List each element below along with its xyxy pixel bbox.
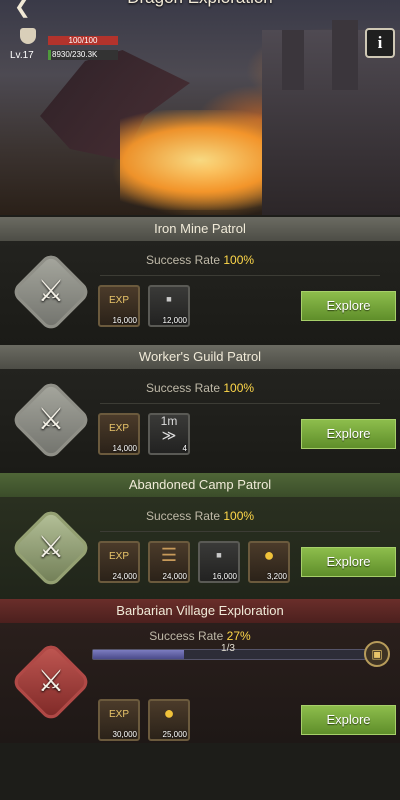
section-body: ⚔ Success Rate 100% EXP 24,000 ☰ 24,000 …: [0, 497, 400, 601]
barbarian-village-exploration: Barbarian Village Exploration ⚔ Success …: [0, 599, 400, 743]
progress-text: 1/3: [221, 643, 235, 654]
success-rate: Success Rate 100%: [145, 253, 255, 267]
patrol-iron-mine: Iron Mine Patrol ⚔ Success Rate 100% EXP…: [0, 217, 400, 345]
explore-button[interactable]: Explore: [301, 419, 396, 449]
reward-item[interactable]: EXP 16,000: [98, 285, 140, 327]
explore-button[interactable]: Explore: [301, 705, 396, 735]
wood-icon: ☰: [160, 545, 178, 565]
speedup-arrows-icon: ≫: [161, 427, 177, 443]
divider: [100, 531, 380, 532]
patrol-abandoned-camp: Abandoned Camp Patrol ⚔ Success Rate 100…: [0, 473, 400, 601]
section-title: Barbarian Village Exploration: [0, 599, 400, 623]
reward-item[interactable]: ● 25,000: [148, 699, 190, 741]
section-body: ⚔ Success Rate 100% EXP 14,000 1m ≫ 4 Ex…: [0, 369, 400, 473]
divider: [100, 275, 380, 276]
section-body: ⚔ Success Rate 27% 1/3 ▣ EXP 30,000 ● 25…: [0, 623, 400, 743]
xp-bar: 8930/230.3K: [48, 50, 118, 60]
reward-item[interactable]: 1m ≫ 4: [148, 413, 190, 455]
reward-item[interactable]: ▪ 16,000: [198, 541, 240, 583]
shield-icon: [20, 28, 36, 44]
explore-button[interactable]: Explore: [301, 547, 396, 577]
exp-icon: EXP: [108, 423, 129, 434]
reward-item[interactable]: EXP 24,000: [98, 541, 140, 583]
success-rate: Success Rate 100%: [145, 381, 255, 395]
sword-icon: ⚔: [37, 665, 65, 698]
exp-icon: EXP: [108, 551, 129, 562]
success-rate: Success Rate 27%: [149, 629, 251, 643]
player-level: Lv.17: [10, 50, 34, 61]
iron-ingot-icon: ▪: [215, 545, 223, 565]
page-title: Dragon Exploration: [0, 0, 400, 8]
reward-item[interactable]: EXP 30,000: [98, 699, 140, 741]
iron-ingot-icon: ▪: [165, 289, 173, 309]
exp-icon: EXP: [108, 295, 129, 306]
explore-button[interactable]: Explore: [301, 291, 396, 321]
hp-bar: 100/100: [48, 36, 118, 45]
xp-fill: [48, 50, 51, 60]
section-body: ⚔ Success Rate 100% EXP 16,000 ▪ 12,000 …: [0, 241, 400, 345]
gold-coin-icon: ●: [263, 545, 275, 565]
exp-icon: EXP: [108, 709, 129, 720]
reward-item[interactable]: ☰ 24,000: [148, 541, 190, 583]
section-title: Iron Mine Patrol: [0, 217, 400, 241]
reward-item[interactable]: ● 3,200: [248, 541, 290, 583]
patrol-workers-guild: Worker's Guild Patrol ⚔ Success Rate 100…: [0, 345, 400, 473]
info-button[interactable]: i: [365, 28, 395, 58]
speedup-icon: 1m: [160, 414, 178, 428]
dragon-banner: ❮ Dragon Exploration i 100/100 Lv.17 893…: [0, 0, 400, 215]
divider: [100, 403, 380, 404]
section-title: Worker's Guild Patrol: [0, 345, 400, 369]
reward-item[interactable]: ▪ 12,000: [148, 285, 190, 327]
reward-item[interactable]: EXP 14,000: [98, 413, 140, 455]
section-title: Abandoned Camp Patrol: [0, 473, 400, 497]
success-rate: Success Rate 100%: [145, 509, 255, 523]
gold-coin-icon: ●: [163, 703, 175, 723]
xp-text: 8930/230.3K: [52, 50, 98, 59]
reward-chest-icon[interactable]: ▣: [364, 641, 390, 667]
